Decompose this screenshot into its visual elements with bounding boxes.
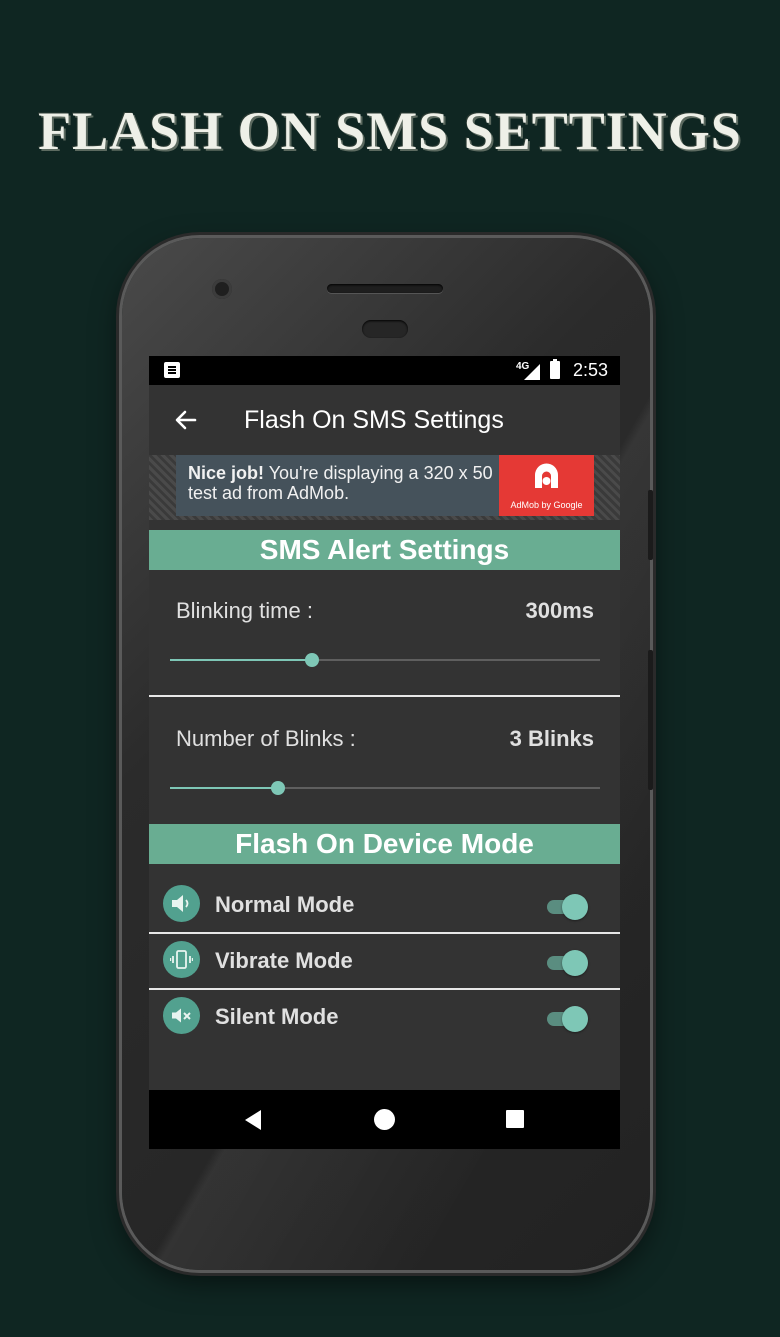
blinking-time-label: Blinking time : [176, 598, 313, 623]
page-title: Flash On SMS Settings [244, 406, 504, 434]
number-of-blinks-value: 3 Blinks [509, 726, 594, 751]
nav-home-icon[interactable] [374, 1109, 395, 1130]
blinking-time-slider[interactable] [170, 653, 600, 667]
divider [149, 695, 620, 697]
nav-recents-icon[interactable] [506, 1110, 524, 1128]
number-of-blinks-slider[interactable] [170, 781, 600, 795]
vibrate-icon [163, 941, 200, 978]
app-bar: Flash On SMS Settings [149, 385, 620, 455]
front-camera [212, 279, 232, 299]
divider [149, 932, 620, 934]
admob-logo-icon [530, 461, 563, 494]
promo-title: FLASH ON SMS SETTINGS [38, 101, 742, 161]
ad-text: Nice job! You're displaying a 320 x 50 t… [188, 463, 498, 503]
slider-fill [170, 787, 278, 789]
divider [149, 988, 620, 990]
device-mode-header: Flash On Device Mode [149, 824, 620, 864]
arrow-left-icon[interactable] [171, 405, 201, 435]
volume-button [648, 650, 653, 790]
nav-back-icon[interactable] [245, 1110, 261, 1130]
mode-row-silent: Silent Mode [149, 991, 620, 1045]
proximity-sensor [362, 320, 408, 338]
toggle-silent-mode[interactable] [547, 1005, 591, 1032]
status-time: 2:53 [573, 360, 609, 380]
signal-icon [524, 364, 540, 380]
mode-label-normal: Normal Mode [215, 892, 355, 917]
earpiece-speaker [327, 284, 443, 293]
power-button [648, 490, 653, 560]
navigation-bar [149, 1090, 620, 1149]
phone-screen: 4G 2:53 Flash On SMS Settings Nice job! … [149, 356, 620, 1149]
mute-icon [163, 997, 200, 1034]
slider-thumb[interactable] [304, 653, 319, 667]
mode-row-normal: Normal Mode [149, 879, 620, 933]
mode-row-vibrate: Vibrate Mode [149, 935, 620, 989]
admob-logo-text: AdMob by Google [510, 500, 583, 510]
slider-thumb[interactable] [270, 781, 285, 795]
speaker-icon [163, 885, 200, 922]
battery-icon [550, 359, 560, 379]
mode-label-vibrate: Vibrate Mode [215, 948, 353, 973]
sms-alert-header: SMS Alert Settings [149, 530, 620, 570]
blinking-time-value: 300ms [525, 598, 594, 623]
toggle-normal-mode[interactable] [547, 893, 591, 920]
mode-label-silent: Silent Mode [215, 1004, 339, 1029]
admob-logo[interactable]: AdMob by Google [499, 455, 594, 516]
slider-fill [170, 659, 312, 661]
number-of-blinks-label: Number of Blinks : [176, 726, 356, 751]
ad-banner[interactable]: Nice job! You're displaying a 320 x 50 t… [149, 455, 620, 520]
toggle-vibrate-mode[interactable] [547, 949, 591, 976]
ad-bold-text: Nice job! [188, 463, 265, 483]
notification-icon [164, 362, 180, 378]
status-bar: 4G 2:53 [149, 356, 620, 385]
ad-content[interactable]: Nice job! You're displaying a 320 x 50 t… [176, 455, 594, 516]
